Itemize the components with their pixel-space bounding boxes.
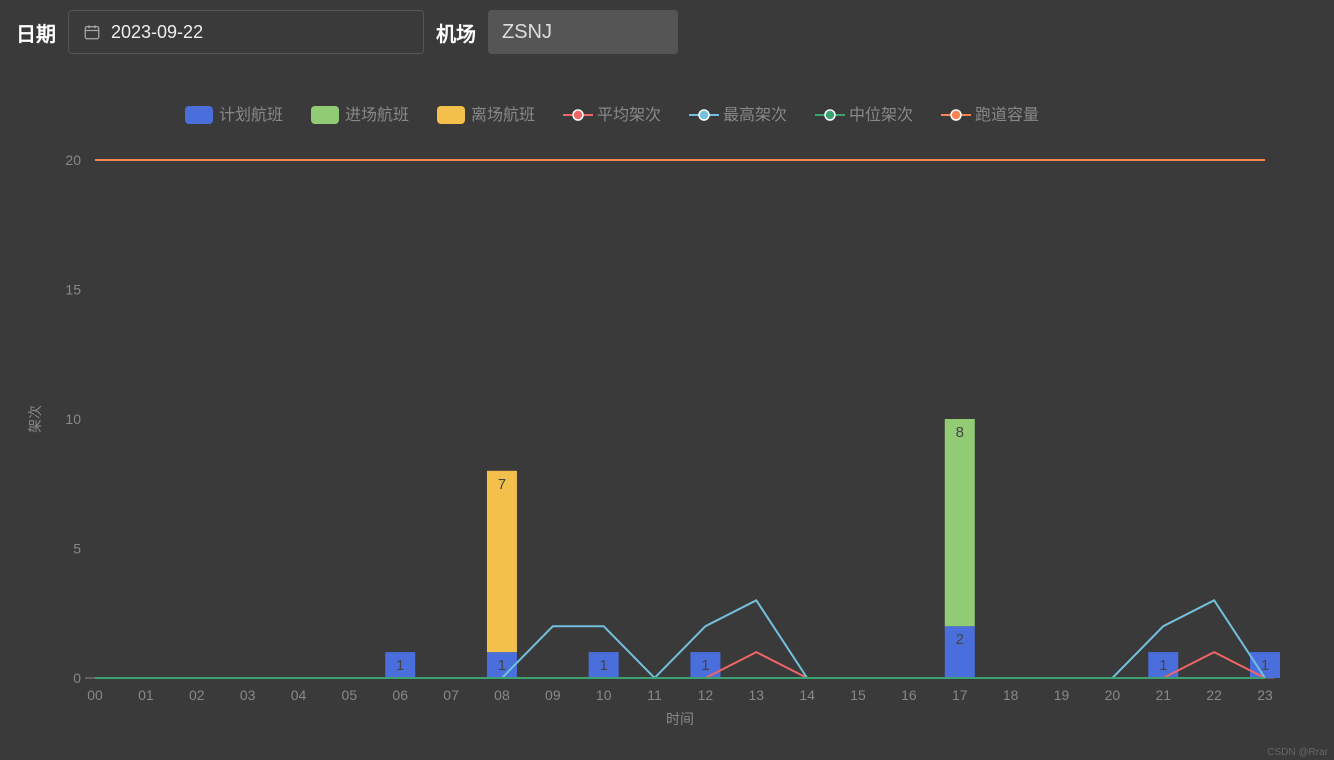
svg-text:04: 04 bbox=[291, 687, 307, 703]
svg-text:离场航班: 离场航班 bbox=[471, 106, 535, 124]
svg-text:5: 5 bbox=[73, 541, 81, 557]
chart-svg: 计划航班进场航班离场航班平均架次最高架次中位架次跑道容量 05101520 00… bbox=[0, 80, 1334, 750]
svg-text:1: 1 bbox=[396, 657, 404, 674]
date-label: 日期 bbox=[16, 18, 56, 47]
svg-text:1: 1 bbox=[1159, 657, 1167, 674]
svg-text:22: 22 bbox=[1206, 687, 1222, 703]
svg-text:1: 1 bbox=[1261, 657, 1269, 674]
airport-label: 机场 bbox=[436, 18, 476, 47]
svg-text:10: 10 bbox=[596, 687, 612, 703]
svg-text:08: 08 bbox=[494, 687, 510, 703]
svg-text:05: 05 bbox=[342, 687, 358, 703]
svg-text:01: 01 bbox=[138, 687, 154, 703]
svg-text:20: 20 bbox=[65, 152, 81, 168]
x-axis: 00 01 02 03 04 05 06 07 08 09 10 11 12 13 14 15 16 17 18 19… bbox=[85, 678, 1275, 703]
chart: 计划航班进场航班离场航班平均架次最高架次中位架次跑道容量 05101520 00… bbox=[0, 80, 1334, 750]
svg-text:8: 8 bbox=[956, 424, 964, 441]
svg-text:0: 0 bbox=[73, 670, 81, 686]
svg-text:20: 20 bbox=[1105, 687, 1121, 703]
svg-text:13: 13 bbox=[749, 687, 765, 703]
svg-text:00: 00 bbox=[87, 687, 103, 703]
svg-text:1: 1 bbox=[600, 657, 608, 674]
svg-text:2: 2 bbox=[956, 631, 964, 648]
legend[interactable]: 计划航班 进场航班 离场航班 平均架次 最高架次 中位架次 跑道容量 bbox=[185, 106, 1039, 124]
svg-text:10: 10 bbox=[65, 411, 81, 427]
svg-text:7: 7 bbox=[498, 476, 506, 493]
x-axis-label: 时间 bbox=[666, 711, 694, 727]
svg-text:15: 15 bbox=[65, 282, 81, 298]
svg-text:15: 15 bbox=[850, 687, 866, 703]
y-axis: 0 5 10 15 20 bbox=[65, 152, 81, 686]
watermark: CSDN @Rrar bbox=[1267, 747, 1328, 758]
svg-text:12: 12 bbox=[698, 687, 714, 703]
bars: 1 1 7 1 1 2 8 1 1 bbox=[385, 419, 1280, 678]
svg-text:17: 17 bbox=[952, 687, 968, 703]
svg-text:03: 03 bbox=[240, 687, 256, 703]
svg-text:19: 19 bbox=[1054, 687, 1070, 703]
svg-text:1: 1 bbox=[701, 657, 709, 674]
svg-text:计划航班: 计划航班 bbox=[219, 106, 283, 124]
svg-text:中位架次: 中位架次 bbox=[849, 106, 913, 124]
svg-text:18: 18 bbox=[1003, 687, 1019, 703]
svg-text:07: 07 bbox=[443, 687, 459, 703]
svg-text:09: 09 bbox=[545, 687, 561, 703]
svg-text:02: 02 bbox=[189, 687, 205, 703]
lines bbox=[95, 160, 1265, 678]
svg-text:进场航班: 进场航班 bbox=[345, 106, 409, 124]
date-input[interactable]: 2023-09-22 bbox=[68, 10, 424, 54]
y-axis-label: 架次 bbox=[27, 405, 43, 433]
toolbar: 日期 2023-09-22 机场 bbox=[0, 0, 1334, 64]
svg-text:跑道容量: 跑道容量 bbox=[975, 106, 1039, 124]
svg-text:23: 23 bbox=[1257, 687, 1273, 703]
airport-input[interactable] bbox=[488, 10, 678, 54]
svg-text:21: 21 bbox=[1155, 687, 1171, 703]
svg-text:1: 1 bbox=[498, 657, 506, 674]
svg-text:14: 14 bbox=[799, 687, 815, 703]
svg-text:平均架次: 平均架次 bbox=[597, 106, 661, 124]
calendar-icon bbox=[83, 23, 101, 41]
svg-text:16: 16 bbox=[901, 687, 917, 703]
date-value: 2023-09-22 bbox=[111, 22, 203, 43]
svg-text:最高架次: 最高架次 bbox=[723, 106, 787, 124]
svg-text:11: 11 bbox=[647, 687, 662, 703]
svg-text:06: 06 bbox=[392, 687, 408, 703]
